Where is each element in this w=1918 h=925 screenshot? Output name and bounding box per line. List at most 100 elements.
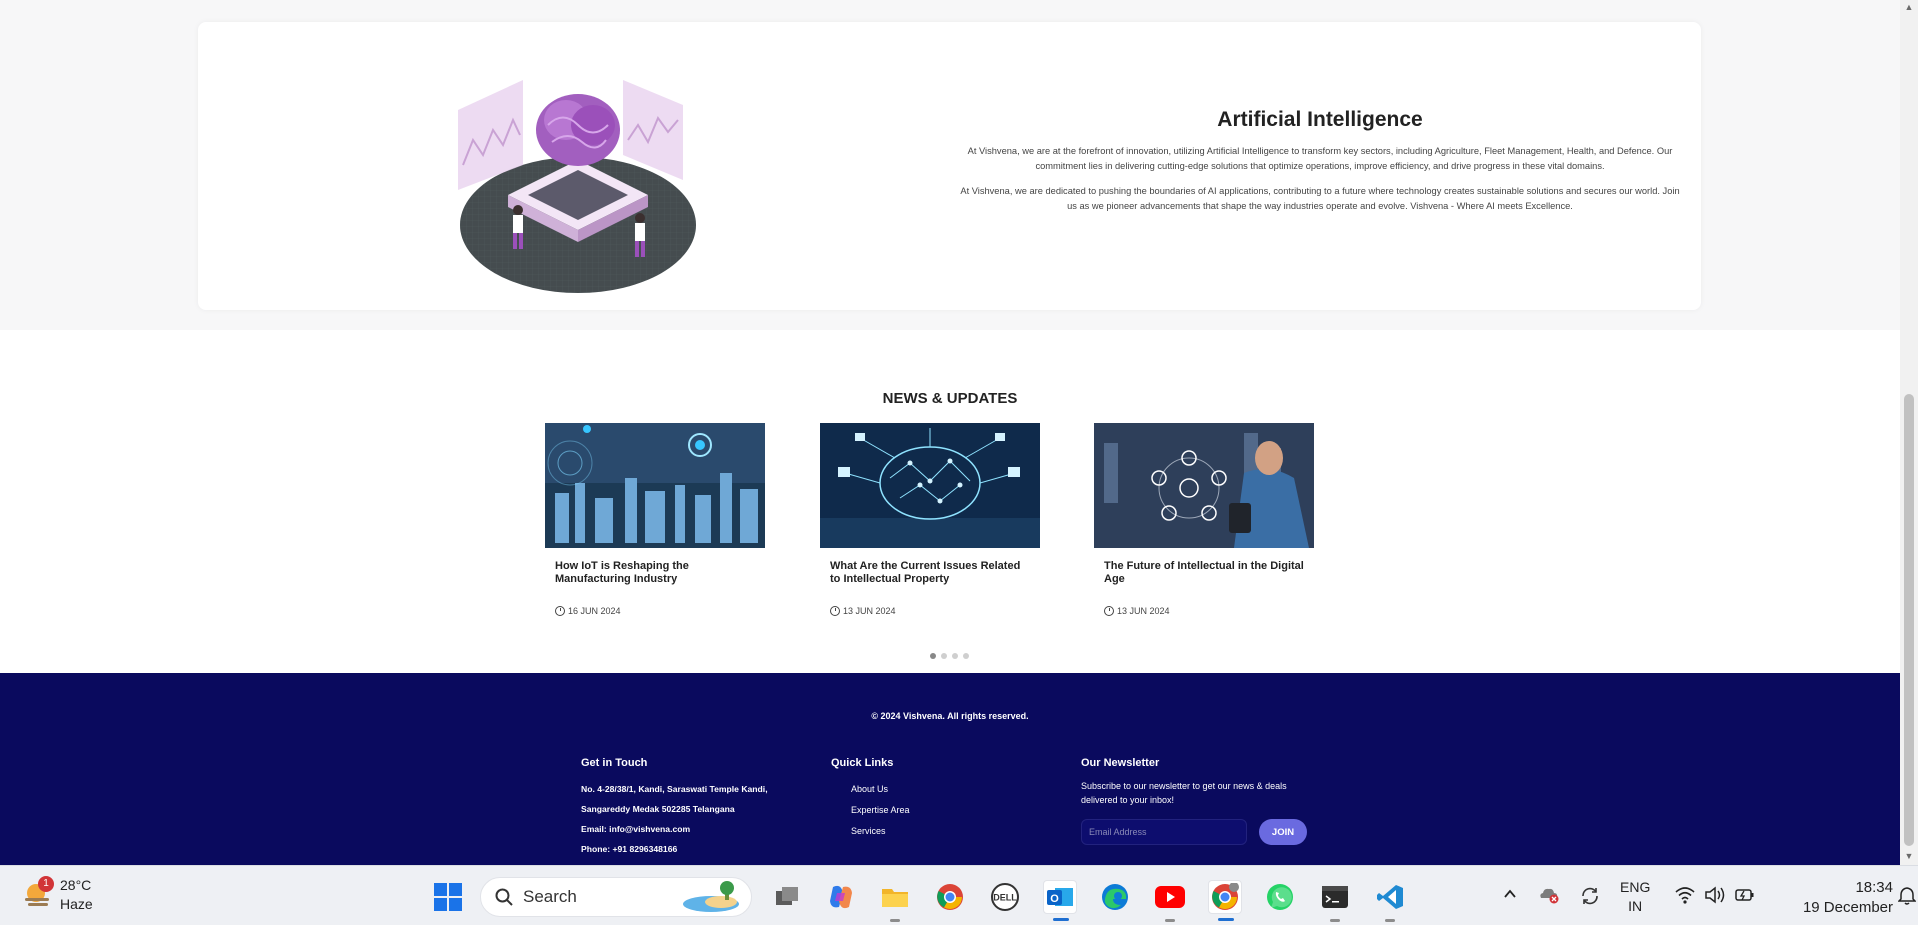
haze-weather-icon: 1: [22, 876, 54, 910]
quick-links-title: Quick Links: [831, 757, 894, 769]
address-line-1: No. 4-28/38/1, Kandi, Saraswati Temple K…: [581, 784, 768, 794]
clock-icon: [830, 606, 840, 616]
address-line-2: Sangareddy Medak 502285 Telangana: [581, 804, 735, 814]
youtube-icon[interactable]: [1153, 880, 1187, 922]
outlook-icon[interactable]: O: [1043, 880, 1077, 921]
language-code: ENG: [1620, 879, 1651, 895]
running-indicator: [1330, 919, 1340, 922]
news-headline[interactable]: The Future of Intellectual in the Digita…: [1104, 560, 1304, 600]
clock-icon: [555, 606, 565, 616]
news-date: 13 JUN 2024: [1104, 606, 1304, 616]
contact-column: Get in Touch No. 4-28/38/1, Kandi, Saras…: [581, 757, 768, 859]
weather-badge: 1: [38, 876, 54, 892]
browser-viewport: Artificial Intelligence At Vishvena, we …: [0, 0, 1900, 865]
clock-time: 18:34: [1855, 879, 1893, 896]
news-section: NEWS & UPDATES How IoT is Reshaping the …: [0, 330, 1900, 673]
ai-paragraph-2: At Vishvena, we are dedicated to pushing…: [960, 186, 1680, 211]
terminal-icon[interactable]: [1318, 880, 1352, 922]
news-image-ai-brain[interactable]: [820, 423, 1040, 548]
dell-icon[interactable]: DELL: [988, 880, 1022, 914]
taskbar-search[interactable]: Search: [480, 877, 752, 917]
svg-text:O: O: [1050, 893, 1059, 905]
news-headline[interactable]: What Are the Current Issues Related to I…: [830, 560, 1030, 600]
wifi-icon[interactable]: [1675, 886, 1695, 907]
svg-text:DELL: DELL: [993, 893, 1017, 903]
scrollbar-thumb[interactable]: [1904, 394, 1914, 846]
copyright-text: © 2024 Vishvena. All rights reserved.: [871, 711, 1029, 721]
news-title: NEWS & UPDATES: [882, 390, 1018, 407]
chrome-profile-icon[interactable]: [1208, 880, 1242, 921]
windows-start-icon[interactable]: [434, 883, 462, 911]
weather-condition: Haze: [60, 896, 93, 912]
scroll-down-icon[interactable]: ▼: [1904, 851, 1914, 861]
carousel-dot[interactable]: [952, 653, 958, 659]
vscode-icon[interactable]: [1373, 880, 1407, 922]
file-explorer-icon[interactable]: [878, 880, 912, 922]
sync-icon[interactable]: [1580, 886, 1600, 909]
ai-paragraph-1: At Vishvena, we are at the forefront of …: [967, 146, 1673, 171]
running-indicator: [1385, 919, 1395, 922]
chrome-icon[interactable]: [933, 880, 967, 914]
newsletter-description: Subscribe to our newsletter to get our n…: [1081, 781, 1287, 805]
news-card[interactable]: What Are the Current Issues Related to I…: [820, 423, 1040, 616]
show-hidden-icons-chevron-icon[interactable]: [1502, 886, 1518, 905]
link-about-us[interactable]: About Us: [851, 779, 910, 800]
weather-temperature: 28°C: [60, 877, 92, 893]
link-expertise-area[interactable]: Expertise Area: [851, 800, 910, 821]
news-card[interactable]: The Future of Intellectual in the Digita…: [1094, 423, 1314, 616]
link-services[interactable]: Services: [851, 821, 910, 842]
weather-widget[interactable]: 1 28°C Haze: [22, 876, 93, 914]
running-indicator: [1165, 919, 1175, 922]
news-date-text: 13 JUN 2024: [1117, 606, 1170, 616]
running-indicator: [890, 919, 900, 922]
news-image-iot-city[interactable]: [545, 423, 765, 548]
clock-icon: [1104, 606, 1114, 616]
join-button[interactable]: JOIN: [1259, 819, 1307, 845]
newsletter-column: Our Newsletter Subscribe to our newslett…: [1081, 757, 1307, 845]
copilot-icon[interactable]: [824, 880, 858, 914]
running-indicator: [1053, 918, 1069, 921]
email-input[interactable]: [1081, 819, 1247, 845]
search-label: Search: [523, 887, 577, 906]
ai-brain-illustration: [458, 80, 696, 293]
carousel-dot[interactable]: [941, 653, 947, 659]
news-date: 16 JUN 2024: [555, 606, 755, 616]
news-date: 13 JUN 2024: [830, 606, 1030, 616]
site-footer: © 2024 Vishvena. All rights reserved. Ge…: [0, 673, 1900, 865]
carousel-dot[interactable]: [930, 653, 936, 659]
ai-section: Artificial Intelligence At Vishvena, we …: [0, 0, 1900, 330]
input-language-indicator[interactable]: ENG IN: [1620, 878, 1650, 916]
carousel-dots: [930, 653, 969, 659]
system-clock[interactable]: 18:34 19 December: [1773, 878, 1893, 918]
page-scrollbar[interactable]: ▲ ▼: [1900, 0, 1918, 865]
clock-date: 19 December: [1802, 899, 1893, 916]
news-headline[interactable]: How IoT is Reshaping the Manufacturing I…: [555, 560, 755, 600]
running-indicator: [1218, 918, 1234, 921]
newsletter-form: JOIN: [1081, 819, 1307, 845]
edge-icon[interactable]: [1098, 880, 1132, 914]
scroll-up-icon[interactable]: ▲: [1904, 2, 1914, 12]
ai-card: Artificial Intelligence At Vishvena, we …: [198, 22, 1701, 310]
task-view-icon[interactable]: [770, 880, 804, 914]
news-card[interactable]: How IoT is Reshaping the Manufacturing I…: [545, 423, 765, 616]
ai-title: Artificial Intelligence: [1217, 108, 1423, 131]
contact-title: Get in Touch: [581, 757, 648, 769]
news-image-digital-security[interactable]: [1094, 423, 1314, 548]
contact-phone[interactable]: Phone: +91 8296348166: [581, 839, 768, 859]
news-date-text: 16 JUN 2024: [568, 606, 621, 616]
whatsapp-icon[interactable]: [1263, 880, 1297, 914]
search-highlight-icon: [683, 881, 739, 912]
ai-text-block: Artificial Intelligence At Vishvena, we …: [955, 108, 1685, 224]
region-code: IN: [1628, 898, 1643, 914]
windows-taskbar: 1 28°C Haze Search DELL O ENG IN 18:34 1…: [0, 865, 1918, 925]
newsletter-title: Our Newsletter: [1081, 757, 1160, 769]
battery-charging-icon[interactable]: [1734, 886, 1756, 907]
notification-bell-icon[interactable]: [1897, 886, 1917, 909]
onedrive-error-icon[interactable]: [1538, 886, 1560, 907]
carousel-dot[interactable]: [963, 653, 969, 659]
news-date-text: 13 JUN 2024: [843, 606, 896, 616]
volume-icon[interactable]: [1704, 886, 1726, 907]
contact-email[interactable]: Email: info@vishvena.com: [581, 819, 768, 839]
search-icon: [495, 888, 513, 906]
quick-links-column: Quick Links About Us Expertise Area Serv…: [831, 757, 910, 842]
